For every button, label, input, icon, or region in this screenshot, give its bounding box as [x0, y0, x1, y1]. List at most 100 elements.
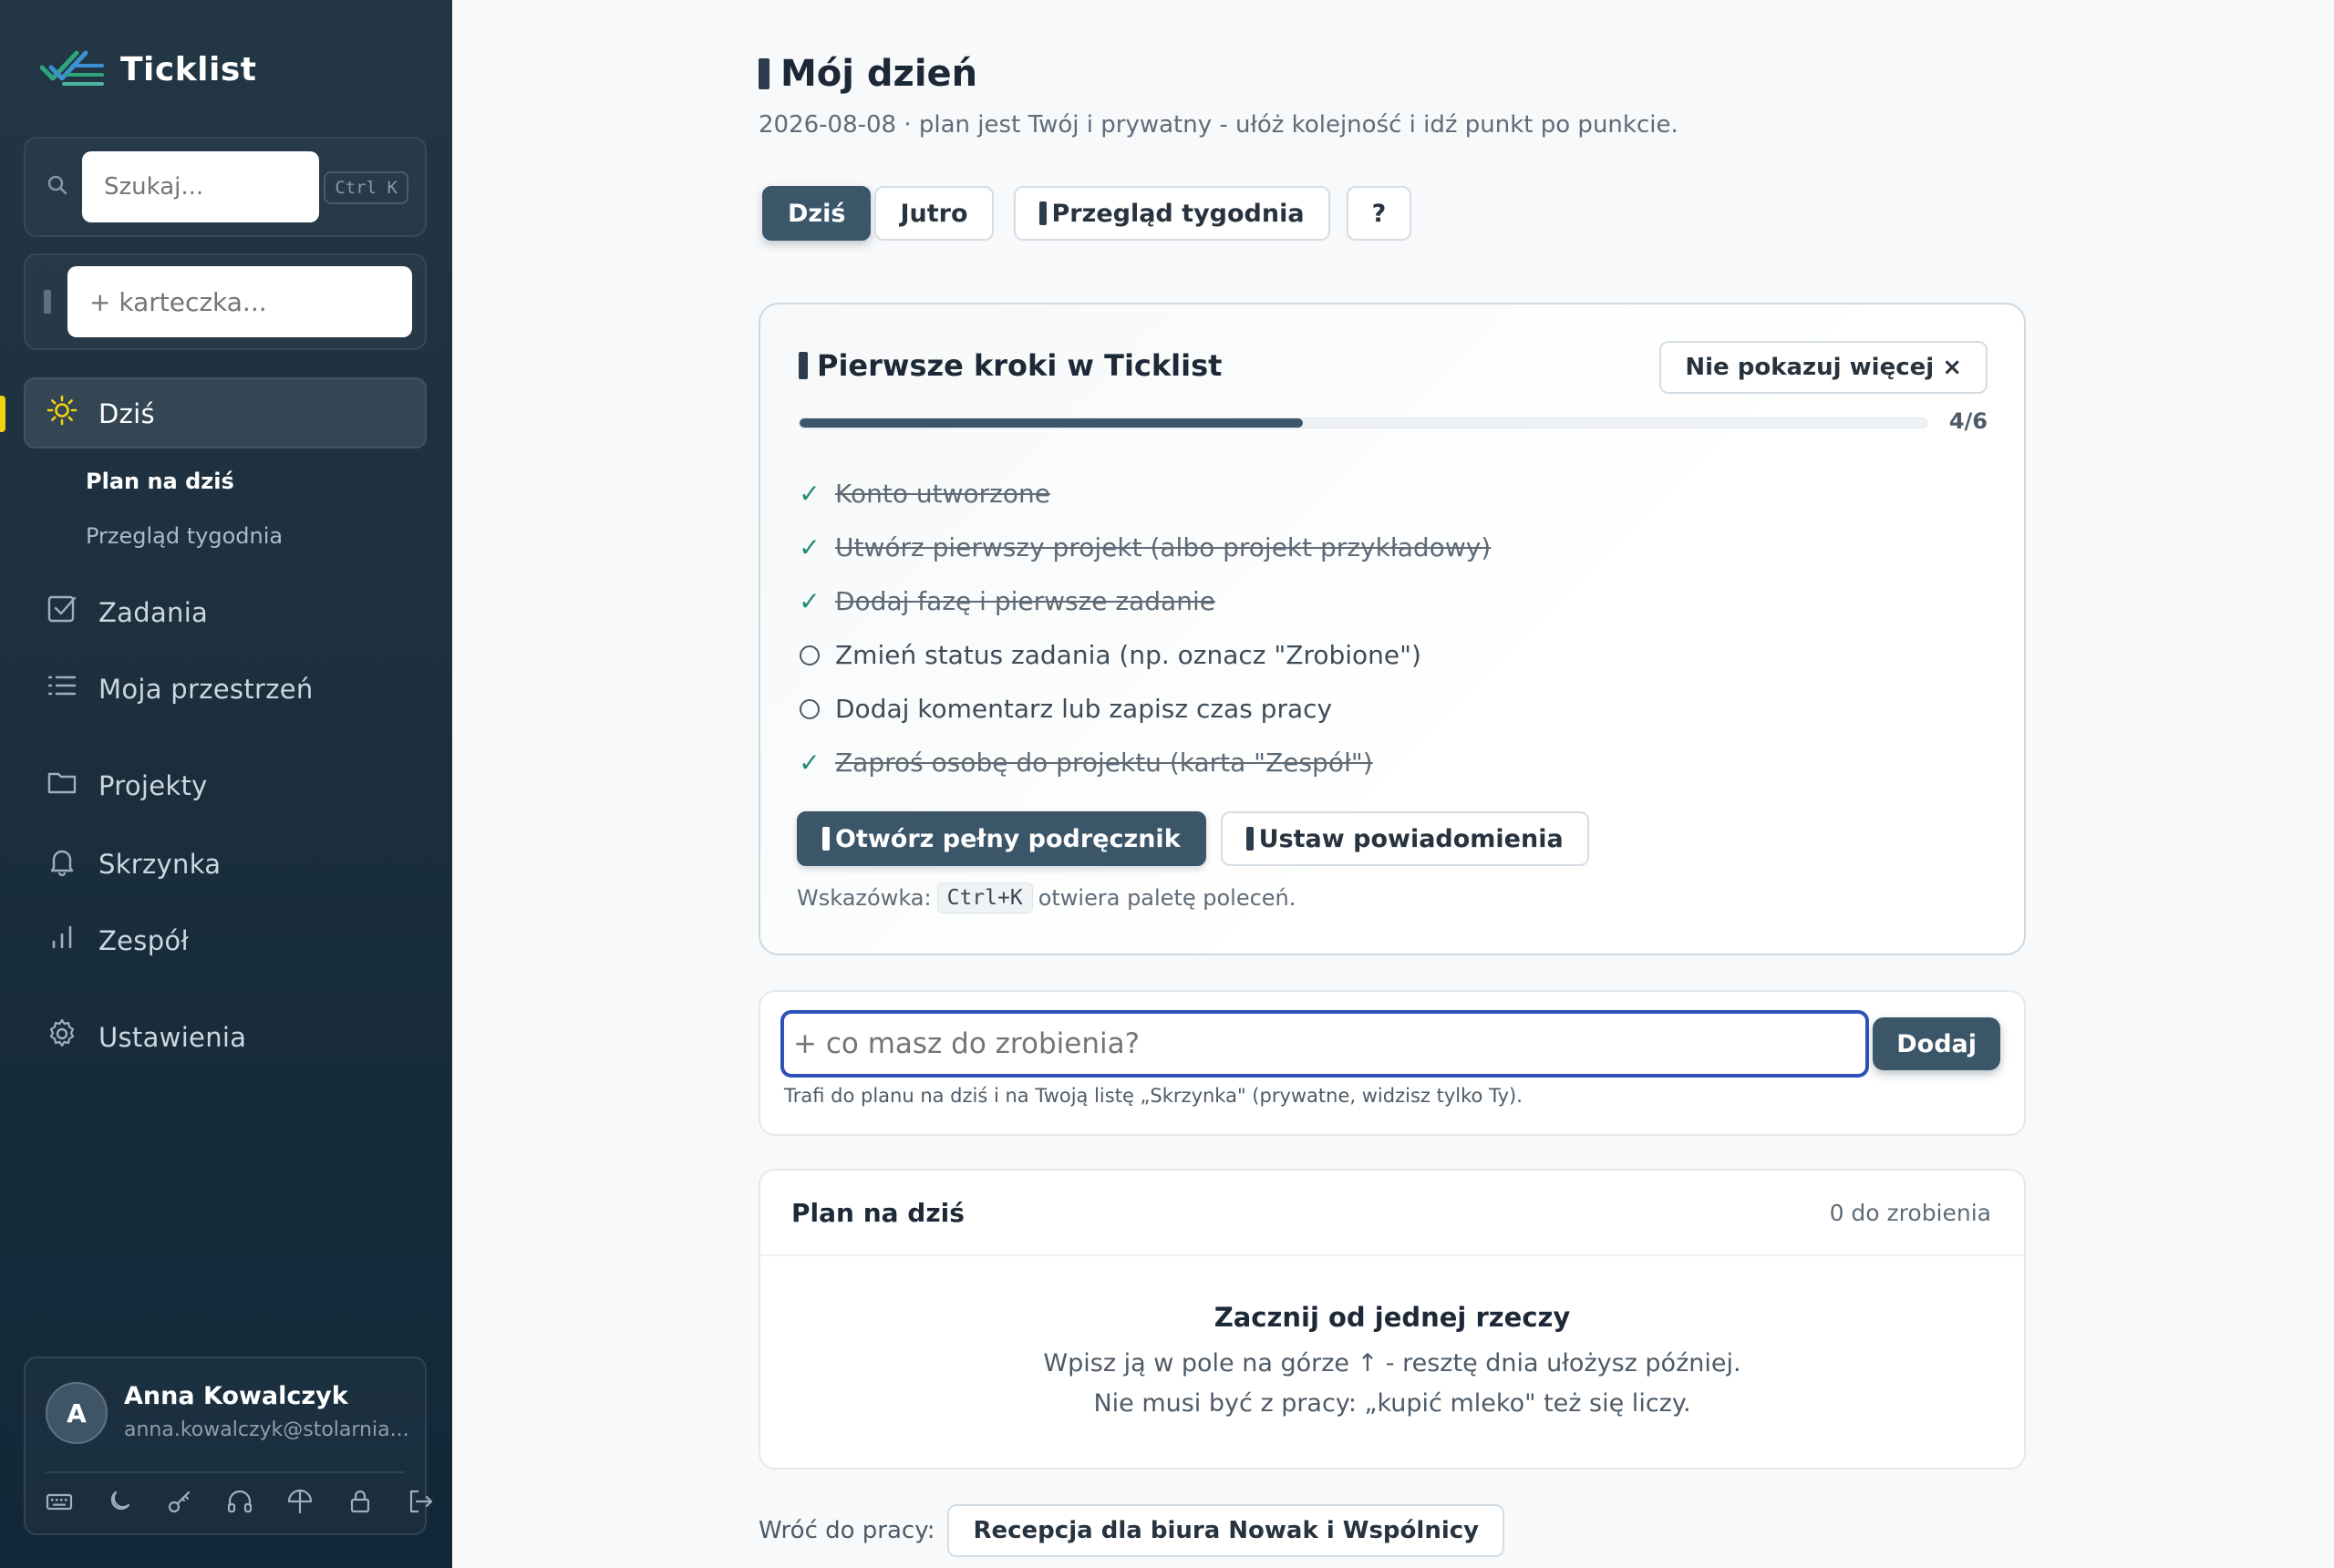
drag-handle-icon[interactable]: [44, 290, 51, 314]
sidebar-item-label: Skrzynka: [98, 848, 222, 880]
sidebar-item-label: Projekty: [98, 769, 208, 801]
sidebar-item-label: Dziś: [98, 397, 155, 429]
shortcut-hint: Wskazówka: Ctrl+K otwiera paletę poleceń…: [797, 882, 1296, 913]
empty-state-title: Zacznij od jednej rzeczy: [1213, 1302, 1571, 1333]
set-notifications-button[interactable]: Ustaw powiadomienia: [1220, 811, 1589, 866]
page-subtitle: 2026-08-08 · plan jest Twój i prywatny -…: [759, 111, 1678, 139]
page-title: Mój dzień: [759, 53, 977, 95]
divider: [46, 1471, 405, 1473]
umbrella-icon[interactable]: [284, 1486, 315, 1517]
headphones-icon[interactable]: [224, 1486, 255, 1517]
checkbox-icon: [46, 593, 78, 632]
plan-header: Plan na dziś 0 do zrobienia: [760, 1171, 2024, 1256]
sidebar-item-inbox[interactable]: Skrzynka: [46, 844, 221, 883]
tab-tomorrow[interactable]: Jutro: [874, 186, 994, 241]
circle-icon: [800, 698, 820, 719]
rocket-icon: [799, 352, 808, 379]
user-toolbar: [44, 1486, 436, 1517]
plan-title: Plan na dziś: [791, 1198, 965, 1228]
recent-project-button[interactable]: Recepcja dla biura Nowak i Wspólnicy: [947, 1504, 1505, 1557]
sidebar-item-settings[interactable]: Ustawienia: [46, 1017, 246, 1057]
gear-icon: [46, 1017, 78, 1057]
dismiss-onboarding-button[interactable]: Nie pokazuj więcej ×: [1659, 341, 1988, 394]
brand[interactable]: Ticklist: [39, 47, 257, 92]
circle-icon: [800, 645, 820, 665]
search-shortcut-badge: Ctrl K: [324, 171, 408, 204]
button-label: Ustaw powiadomienia: [1258, 824, 1564, 853]
progress-label: 4/6: [1948, 408, 1988, 434]
quick-note-input[interactable]: [67, 266, 412, 337]
quick-add-note: Trafi do planu na dziś i na Twoją listę …: [784, 1085, 1523, 1107]
check-icon: ✓: [799, 479, 821, 509]
onboarding-title: Pierwsze kroki w Ticklist: [799, 348, 1222, 383]
sun-icon: [46, 394, 78, 433]
sidebar: Ticklist Ctrl K Dziś Plan na dziś Przegl…: [0, 0, 452, 1568]
plan-count: 0 do zrobienia: [1829, 1200, 1991, 1226]
active-marker: [0, 396, 5, 432]
tab-separator: [997, 186, 1010, 241]
key-icon[interactable]: [164, 1486, 195, 1517]
search-icon: [46, 173, 69, 201]
sidebar-item-team[interactable]: Zespół: [46, 921, 189, 960]
bell-icon: [1245, 827, 1254, 851]
plan-card: Plan na dziś 0 do zrobienia Zacznij od j…: [759, 1169, 2026, 1470]
step-label: Zmień status zadania (np. oznacz "Zrobio…: [835, 640, 1421, 670]
search-box: Ctrl K: [24, 137, 427, 237]
sidebar-subitem-plan[interactable]: Plan na dziś: [86, 469, 234, 494]
step-status-icon: [799, 645, 821, 665]
hint-shortcut-key: Ctrl+K: [936, 882, 1033, 913]
onboarding-steps: ✓ Konto utworzone ✓ Utwórz pierwszy projek…: [799, 467, 1491, 789]
add-task-button[interactable]: Dodaj: [1873, 1017, 2000, 1070]
sidebar-subitem-review[interactable]: Przegląd tygodnia: [86, 523, 283, 549]
folder-icon: [46, 766, 78, 805]
tab-label: Przegląd tygodnia: [1051, 199, 1305, 228]
onboarding-step[interactable]: ✓ Konto utworzone: [799, 467, 1491, 521]
onboarding-step[interactable]: Zmień status zadania (np. oznacz "Zrobio…: [799, 628, 1491, 682]
back-to-work: Wróć do pracy: Recepcja dla biura Nowak …: [759, 1504, 1505, 1557]
list-icon: [46, 669, 78, 708]
book-icon: [822, 827, 830, 851]
onboarding-actions: Otwórz pełny podręcznik Ustaw powiadomie…: [797, 811, 1589, 866]
check-icon: ✓: [799, 532, 821, 562]
user-name: Anna Kowalczyk: [124, 1382, 348, 1410]
onboarding-progress-bar: [799, 418, 1927, 428]
moon-icon[interactable]: [104, 1486, 135, 1517]
onboarding-step[interactable]: ✓ Zaproś osobę do projektu (karta "Zespół…: [799, 736, 1491, 789]
onboarding-heading: Pierwsze kroki w Ticklist: [817, 348, 1223, 383]
calendar-week-icon: [1038, 201, 1047, 225]
task-input[interactable]: [780, 1010, 1869, 1078]
onboarding-step[interactable]: ✓ Utwórz pierwszy projekt (albo projekt p…: [799, 521, 1491, 574]
onboarding-step[interactable]: Dodaj komentarz lub zapisz czas pracy: [799, 682, 1491, 736]
tab-week-review[interactable]: Przegląd tygodnia: [1013, 186, 1330, 241]
check-icon: ✓: [799, 748, 821, 778]
sidebar-item-projects[interactable]: Projekty: [46, 766, 208, 805]
calendar-icon: [759, 58, 769, 89]
keyboard-icon[interactable]: [44, 1486, 75, 1517]
tab-today[interactable]: Dziś: [762, 186, 872, 241]
onboarding-step[interactable]: ✓ Dodaj fazę i pierwsze zadanie: [799, 574, 1491, 628]
empty-state-line: Wpisz ją w pole na górze ↑ - resztę dnia…: [1043, 1349, 1741, 1377]
step-label: Dodaj komentarz lub zapisz czas pracy: [835, 694, 1333, 724]
sidebar-item-label: Zespół: [98, 924, 190, 956]
help-button[interactable]: ?: [1346, 186, 1412, 241]
step-status-icon: [799, 698, 821, 719]
sidebar-item-label: Ustawienia: [98, 1021, 247, 1053]
lock-icon[interactable]: [345, 1486, 376, 1517]
hint-prefix: Wskazówka:: [797, 885, 932, 911]
progress-fill: [800, 418, 1304, 428]
logout-icon[interactable]: [405, 1486, 436, 1517]
avatar[interactable]: A: [46, 1382, 108, 1444]
sidebar-item-tasks[interactable]: Zadania: [46, 593, 208, 632]
bell-icon: [46, 844, 78, 883]
open-manual-button[interactable]: Otwórz pełny podręcznik: [797, 811, 1206, 866]
search-input[interactable]: [82, 151, 319, 222]
step-label: Konto utworzone: [835, 479, 1050, 509]
check-icon: ✓: [799, 586, 821, 616]
sidebar-item-today-content[interactable]: Dziś: [46, 394, 155, 433]
user-email: anna.kowalczyk@stolarnia...: [124, 1418, 409, 1441]
sidebar-item-workspace[interactable]: Moja przestrzeń: [46, 669, 314, 708]
sidebar-item-label: Moja przestrzeń: [98, 673, 314, 705]
tab-separator: [1334, 186, 1343, 241]
app-name: Ticklist: [120, 51, 257, 88]
user-card: A Anna Kowalczyk anna.kowalczyk@stolarni…: [24, 1357, 433, 1535]
